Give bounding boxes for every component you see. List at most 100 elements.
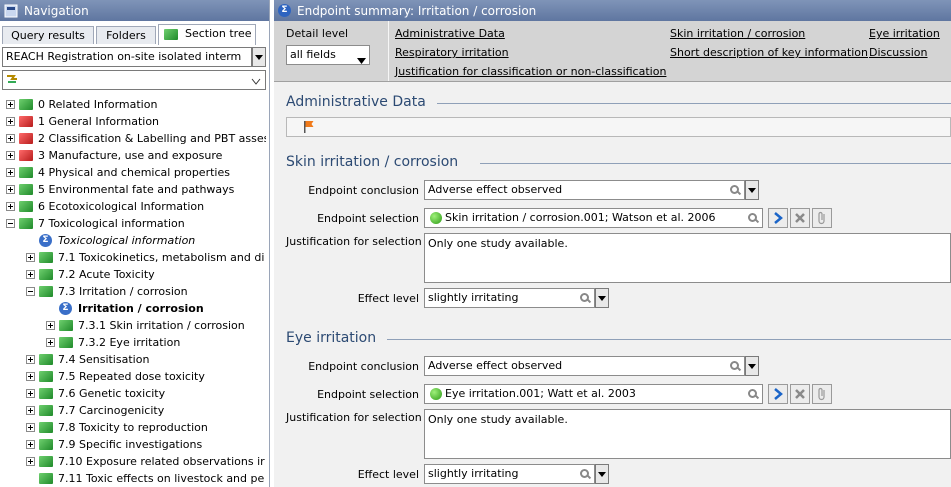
expand-icon[interactable] xyxy=(26,457,35,466)
search-icon[interactable] xyxy=(748,213,758,223)
tree-node-label: 7.3 Irritation / corrosion xyxy=(58,285,188,298)
chevron-down-icon[interactable] xyxy=(595,288,609,308)
filter-icon[interactable] xyxy=(6,74,18,89)
link-administrative-data[interactable]: Administrative Data xyxy=(395,27,505,40)
tree-node[interactable]: 7.9 Specific investigations xyxy=(0,436,266,453)
expand-icon[interactable] xyxy=(26,270,35,279)
skin-justification-textarea[interactable]: Only one study available. xyxy=(424,233,951,283)
tree-node[interactable]: 7.10 Exposure related observations ir xyxy=(0,453,266,470)
link-respiratory-irritation[interactable]: Respiratory irritation xyxy=(395,46,509,59)
tree-node-label: Irritation / corrosion xyxy=(78,302,204,315)
chevron-down-icon[interactable] xyxy=(595,464,609,484)
skin-conclusion-label: Endpoint conclusion xyxy=(308,184,419,197)
endpoint-summary-icon: Σ xyxy=(59,302,72,315)
tree-node[interactable]: Σ Toxicological information xyxy=(0,232,266,249)
attachment-icon[interactable] xyxy=(812,384,832,404)
tree-node[interactable]: 7.2 Acute Toxicity xyxy=(0,266,266,283)
clear-x-icon[interactable] xyxy=(790,384,810,404)
goto-arrow-icon[interactable] xyxy=(768,208,788,228)
eye-conclusion-label: Endpoint conclusion xyxy=(308,360,419,373)
eye-effect-field[interactable]: slightly irritating xyxy=(424,464,595,484)
expand-icon[interactable] xyxy=(26,440,35,449)
tree-node-label: 7.10 Exposure related observations ir xyxy=(58,455,265,468)
expand-icon[interactable] xyxy=(6,117,15,126)
tree-node[interactable]: 7.4 Sensitisation xyxy=(0,351,266,368)
link-short-description[interactable]: Short description of key information xyxy=(670,46,868,59)
tree-node-label: 7.11 Toxic effects on livestock and pe xyxy=(58,472,265,485)
tree-node[interactable]: 7.6 Genetic toxicity xyxy=(0,385,266,402)
expand-icon[interactable] xyxy=(26,253,35,262)
tree-node[interactable]: 7.3.1 Skin irritation / corrosion xyxy=(0,317,266,334)
tree-node[interactable]: 7.3 Irritation / corrosion xyxy=(0,283,266,300)
skin-selection-label: Endpoint selection xyxy=(317,212,419,225)
tree-node[interactable]: 1 General Information xyxy=(0,113,266,130)
section-divider xyxy=(387,339,951,340)
tree-node[interactable]: 4 Physical and chemical properties xyxy=(0,164,266,181)
attachment-icon[interactable] xyxy=(812,208,832,228)
expand-icon[interactable] xyxy=(6,134,15,143)
flag-icon[interactable] xyxy=(303,120,315,137)
tree-node[interactable]: 2 Classification & Labelling and PBT ass… xyxy=(0,130,266,147)
tree-filter-row[interactable] xyxy=(2,70,266,90)
tree-node[interactable]: 5 Environmental fate and pathways xyxy=(0,181,266,198)
eye-conclusion-field[interactable]: Adverse effect observed xyxy=(424,356,745,376)
link-justification[interactable]: Justification for classification or non-… xyxy=(395,65,666,78)
link-skin-irritation[interactable]: Skin irritation / corrosion xyxy=(670,27,805,40)
chevron-down-icon[interactable] xyxy=(252,47,266,67)
skin-selection-field[interactable]: Skin irritation / corrosion.001; Watson … xyxy=(424,208,763,228)
tree-node[interactable]: 3 Manufacture, use and exposure xyxy=(0,147,266,164)
expand-icon[interactable] xyxy=(6,168,15,177)
tree-node[interactable]: 7.1 Toxicokinetics, metabolism and di xyxy=(0,249,266,266)
search-icon[interactable] xyxy=(730,185,740,195)
tree-node[interactable]: 7.11 Toxic effects on livestock and pe xyxy=(0,470,266,487)
tree-node-label: 7.1 Toxicokinetics, metabolism and di xyxy=(58,251,265,264)
tree-node[interactable]: 7.5 Repeated dose toxicity xyxy=(0,368,266,385)
chevron-down-icon[interactable] xyxy=(745,180,759,200)
search-icon[interactable] xyxy=(580,293,590,303)
tree-node[interactable]: 7.8 Toxicity to reproduction xyxy=(0,419,266,436)
navigation-title: Navigation xyxy=(24,3,89,18)
tree-node[interactable]: 6 Ecotoxicological Information xyxy=(0,198,266,215)
expand-icon[interactable] xyxy=(6,100,15,109)
editor-titlebar: Σ Endpoint summary: Irritation / corrosi… xyxy=(274,0,951,21)
tab-folders[interactable]: Folders xyxy=(96,26,156,44)
search-icon[interactable] xyxy=(730,361,740,371)
eye-justification-textarea[interactable]: Only one study available. xyxy=(424,409,951,459)
tree-node[interactable]: 7.3.2 Eye irritation xyxy=(0,334,266,351)
link-discussion[interactable]: Discussion xyxy=(869,46,928,59)
skin-conclusion-field[interactable]: Adverse effect observed xyxy=(424,180,745,200)
expand-icon[interactable] xyxy=(26,423,35,432)
detail-level-select[interactable]: all fields xyxy=(286,45,370,65)
goto-arrow-icon[interactable] xyxy=(768,384,788,404)
expand-icon[interactable] xyxy=(6,185,15,194)
expand-icon[interactable] xyxy=(26,389,35,398)
collapse-icon[interactable] xyxy=(6,219,15,228)
skin-effect-field[interactable]: slightly irritating xyxy=(424,288,595,308)
collapse-icon[interactable] xyxy=(26,287,35,296)
expand-icon[interactable] xyxy=(46,321,55,330)
tab-query-results[interactable]: Query results xyxy=(2,26,94,44)
expand-icon[interactable] xyxy=(6,151,15,160)
filter-dropdown-icon[interactable] xyxy=(251,76,261,89)
expand-icon[interactable] xyxy=(26,372,35,381)
search-icon[interactable] xyxy=(580,469,590,479)
tree-node[interactable]: 7.7 Carcinogenicity xyxy=(0,402,266,419)
administrative-bar[interactable] xyxy=(286,117,951,137)
tree-node[interactable]: 0 Related Information xyxy=(0,96,266,113)
search-icon[interactable] xyxy=(748,389,758,399)
expand-icon[interactable] xyxy=(46,338,55,347)
clear-x-icon[interactable] xyxy=(790,208,810,228)
expand-icon[interactable] xyxy=(6,202,15,211)
tree-node[interactable]: 7 Toxicological information xyxy=(0,215,266,232)
tree-node-label: 4 Physical and chemical properties xyxy=(38,166,230,179)
tree-node[interactable]: Σ Irritation / corrosion xyxy=(0,300,266,317)
eye-selection-field[interactable]: Eye irritation.001; Watt et al. 2003 xyxy=(424,384,763,404)
expand-icon[interactable] xyxy=(26,406,35,415)
registration-select[interactable]: REACH Registration on-site isolated inte… xyxy=(2,47,252,67)
expand-icon[interactable] xyxy=(26,355,35,364)
link-eye-irritation[interactable]: Eye irritation xyxy=(869,27,940,40)
tree-node-label: 7.9 Specific investigations xyxy=(58,438,203,451)
chevron-down-icon[interactable] xyxy=(745,356,759,376)
tab-section-tree[interactable]: Section tree xyxy=(158,24,256,45)
tree-node-label: 2 Classification & Labelling and PBT ass… xyxy=(38,132,266,145)
